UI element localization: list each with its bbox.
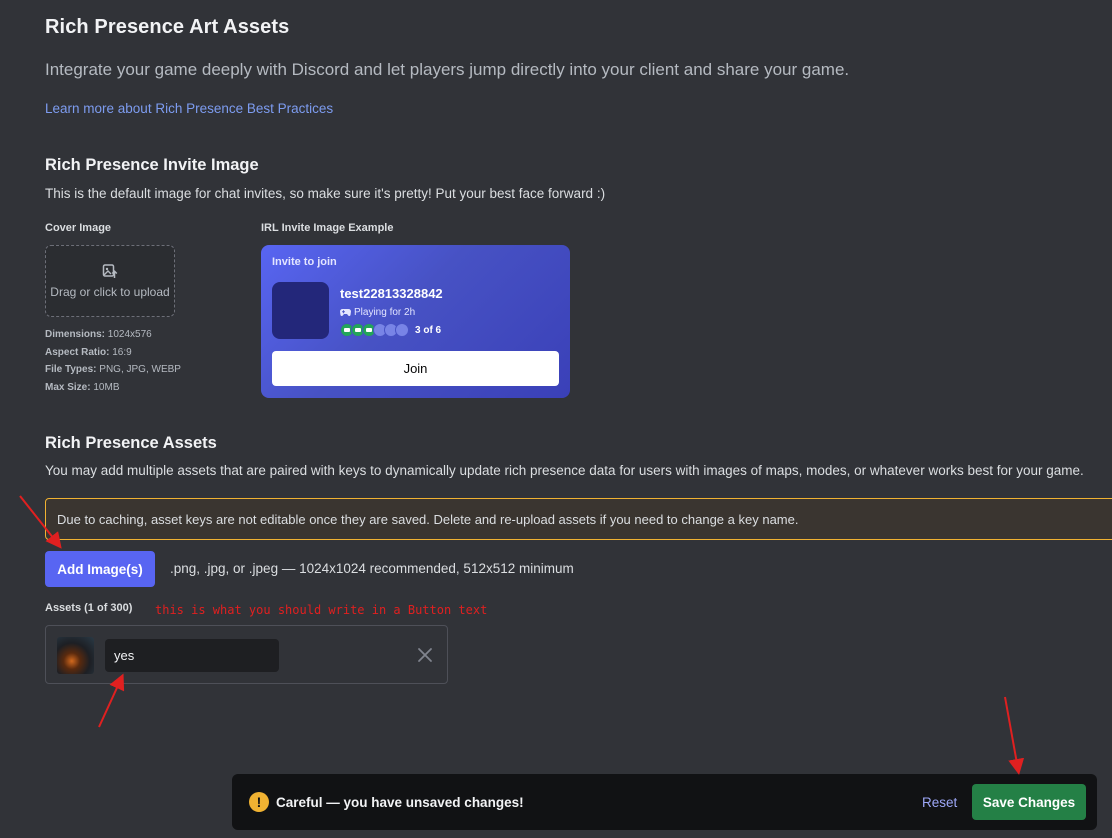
- unsaved-changes-bar: ! Careful — you have unsaved changes! Re…: [232, 774, 1097, 830]
- cover-image-upload[interactable]: Drag or click to upload: [45, 245, 175, 317]
- invite-playing-text: Playing for 2h: [354, 307, 416, 318]
- invite-image-heading: Rich Presence Invite Image: [45, 156, 259, 174]
- asset-key-input[interactable]: [105, 639, 279, 672]
- reset-button[interactable]: Reset: [922, 795, 957, 810]
- close-icon[interactable]: [416, 646, 434, 664]
- add-images-button[interactable]: Add Image(s): [45, 551, 155, 587]
- invite-game-image: [272, 282, 329, 339]
- warning-icon: !: [249, 792, 269, 812]
- caching-warning: Due to caching, asset keys are not edita…: [45, 498, 1112, 540]
- spec-size-label: Max Size:: [45, 382, 91, 394]
- annotation-arrows: [19, 495, 1025, 775]
- party-empty-slot: [395, 323, 409, 337]
- assets-heading: Rich Presence Assets: [45, 434, 217, 452]
- spec-dimensions-value: 1024x576: [107, 329, 152, 340]
- arrow-to-asset-key: [98, 673, 125, 728]
- page-title: Rich Presence Art Assets: [45, 16, 290, 38]
- learn-more-link[interactable]: Learn more about Rich Presence Best Prac…: [45, 101, 333, 116]
- image-upload-icon: [102, 264, 118, 278]
- page-subtitle: Integrate your game deeply with Discord …: [45, 60, 850, 79]
- add-images-hint: .png, .jpg, or .jpeg — 1024x1024 recomme…: [170, 561, 574, 576]
- spec-aspect-label: Aspect Ratio:: [45, 346, 110, 358]
- invite-card-header: Invite to join: [272, 256, 337, 268]
- spec-aspect-value: 16:9: [112, 346, 132, 358]
- asset-row: [45, 625, 448, 684]
- party-size-indicator: 3 of 6: [340, 323, 441, 337]
- spec-dimensions-label: Dimensions:: [45, 329, 106, 340]
- party-count-text: 3 of 6: [415, 324, 442, 336]
- cover-image-specs: Dimensions: 1024x576 Aspect Ratio: 16:9 …: [45, 326, 181, 397]
- unsaved-changes-message: Careful — you have unsaved changes!: [276, 795, 524, 810]
- upload-instructions: Drag or click to upload: [50, 285, 170, 299]
- join-button[interactable]: Join: [272, 351, 559, 386]
- cover-image-label: Cover Image: [45, 222, 112, 234]
- invite-username: test22813328842: [340, 286, 443, 301]
- caching-warning-text: Due to caching, asset keys are not edita…: [57, 511, 799, 527]
- invite-playing-status: Playing for 2h: [340, 307, 415, 318]
- gamepad-icon: [340, 309, 351, 316]
- asset-thumbnail: [57, 637, 94, 674]
- invite-example-card: Invite to join test22813328842 Playing f…: [261, 245, 570, 398]
- invite-example-label: IRL Invite Image Example: [261, 222, 394, 234]
- spec-size-value: 10MB: [93, 382, 120, 394]
- spec-types-label: File Types:: [45, 364, 97, 376]
- save-changes-button[interactable]: Save Changes: [972, 784, 1086, 820]
- spec-types-value: PNG, JPG, WEBP: [99, 364, 181, 376]
- assets-description: You may add multiple assets that are pai…: [45, 463, 1084, 478]
- invite-image-description: This is the default image for chat invit…: [45, 186, 606, 201]
- annotation-text: this is what you should write in a Butto…: [155, 603, 488, 617]
- assets-count: Assets (1 of 300): [45, 602, 133, 614]
- arrow-to-save-button: [1004, 696, 1025, 775]
